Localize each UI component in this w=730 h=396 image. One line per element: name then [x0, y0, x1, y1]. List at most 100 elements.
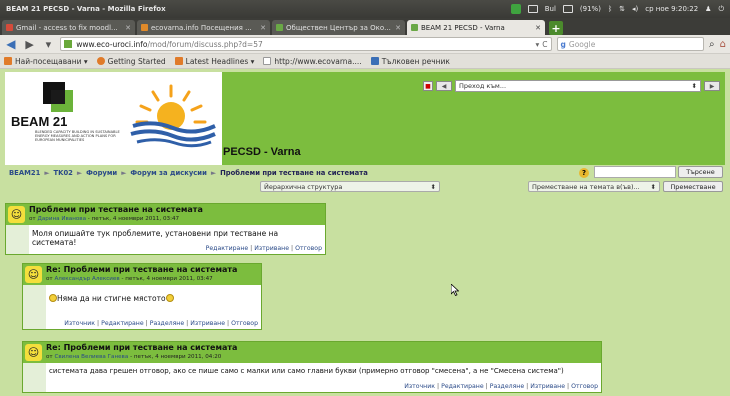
jump-to-select[interactable]: Преход към... ⬍	[455, 80, 701, 92]
post-sidebar	[23, 285, 46, 329]
bookmarks-toolbar: Най-посещавани ▾ Getting Started Latest …	[0, 54, 730, 69]
search-placeholder: Google	[568, 39, 596, 49]
home-icon[interactable]: ⌂	[720, 39, 726, 50]
breadcrumb: BEAM21 ► TK02 ► Форуми ► Форум за дискус…	[5, 165, 725, 181]
move-discussion-select[interactable]: Преместване на темата в(ъв)... ⬍	[528, 181, 660, 192]
post-author[interactable]: Александър Алексиев	[54, 276, 119, 282]
gmail-favicon-icon	[6, 24, 13, 31]
site-logo[interactable]: BEAM 21 BLENDED CAPACITY BUILDING IN SUS…	[5, 72, 222, 165]
close-tab-icon[interactable]: ✕	[125, 24, 131, 32]
reply-link[interactable]: Отговор	[231, 320, 258, 327]
reload-icon[interactable]: C	[542, 40, 547, 49]
stop-editing-icon[interactable]: ■	[423, 81, 433, 91]
avatar[interactable]: ☺	[25, 344, 42, 361]
close-tab-icon[interactable]: ✕	[260, 24, 266, 32]
help-icon[interactable]: ?	[579, 168, 589, 178]
display-mode-select[interactable]: Йерархична структура ⬍	[260, 181, 440, 192]
bookmark-ecovarna[interactable]: http://www.ecovarna....	[263, 57, 362, 66]
reply-link[interactable]: Отговор	[295, 245, 322, 252]
tab-label: Обществен Център за Око...	[286, 23, 391, 32]
site-identity-icon[interactable]	[64, 40, 73, 48]
post-title: Проблеми при тестване на системата	[29, 205, 203, 214]
edit-link[interactable]: Редактиране	[101, 320, 144, 327]
update-icon[interactable]	[510, 4, 521, 14]
window-title: BEAM 21 PECSD - Varna - Mozilla Firefox	[6, 5, 166, 13]
close-tab-icon[interactable]: ✕	[535, 24, 541, 32]
select-arrow-icon: ⬍	[691, 82, 697, 90]
split-link[interactable]: Разделяне	[490, 383, 524, 390]
delete-link[interactable]: Изтриване	[254, 245, 289, 252]
close-tab-icon[interactable]: ✕	[395, 24, 401, 32]
post-meta: от Дарина Иванова - петък, 4 ноември 201…	[29, 216, 180, 222]
reply-link[interactable]: Отговор	[571, 383, 598, 390]
tab-label: BEAM 21 PECSD - Varna	[421, 23, 505, 32]
source-link[interactable]: Източник	[64, 320, 95, 327]
prev-activity-button[interactable]: ◀	[436, 81, 452, 91]
delete-link[interactable]: Изтриване	[190, 320, 225, 327]
edit-link[interactable]: Редактиране	[441, 383, 484, 390]
tab-gmail[interactable]: Gmail - access to fix moodl... ✕	[2, 20, 135, 35]
delete-link[interactable]: Изтриване	[530, 383, 565, 390]
breadcrumb-current: Проблеми при тестване на системата	[220, 169, 368, 177]
url-dropdown-icon[interactable]: ▾	[536, 40, 540, 49]
post-author[interactable]: Дарина Иванова	[37, 216, 86, 222]
bookmark-latest-headlines[interactable]: Latest Headlines ▾	[174, 57, 254, 66]
avatar[interactable]: ☺	[25, 266, 42, 283]
google-icon[interactable]: g	[561, 40, 566, 49]
move-button[interactable]: Преместване	[663, 181, 723, 192]
post-meta: от Александър Алексиев - петък, 4 ноемвр…	[46, 276, 213, 282]
new-tab-button[interactable]: +	[549, 21, 563, 35]
history-dropdown-icon[interactable]: ▾	[42, 37, 56, 51]
avatar[interactable]: ☺	[8, 206, 25, 223]
breadcrumb-separator: ►	[121, 169, 127, 177]
split-link[interactable]: Разделяне	[150, 320, 184, 327]
bookmark-dictionary[interactable]: Тълковен речник	[370, 57, 450, 66]
url-bar[interactable]: www.eco-uroci.info/mod/forum/discuss.php…	[60, 37, 552, 51]
power-icon[interactable]: ⏻	[718, 5, 724, 14]
user-icon[interactable]: ♟	[705, 5, 711, 13]
breadcrumb-discussion-forum[interactable]: Форум за дискусии	[130, 169, 206, 177]
tab-label: ecovarna.info Посещения ...	[151, 23, 252, 32]
bookmark-getting-started[interactable]: Getting Started	[96, 57, 166, 66]
site-header: BEAM 21 BLENDED CAPACITY BUILDING IN SUS…	[5, 72, 725, 165]
breadcrumb-forums[interactable]: Форуми	[86, 169, 117, 177]
source-link[interactable]: Източник	[404, 383, 435, 390]
search-icon[interactable]: ⌕	[709, 39, 715, 50]
tab-beam21[interactable]: BEAM 21 PECSD - Varna ✕	[407, 20, 545, 35]
post-date: петък, 4 ноември 2011, 03:47	[91, 216, 180, 222]
breadcrumb-beam21[interactable]: BEAM21	[9, 169, 40, 177]
breadcrumb-tk02[interactable]: TK02	[54, 169, 73, 177]
battery-status[interactable]: (91%)	[580, 5, 601, 13]
tab-ecovarna[interactable]: ecovarna.info Посещения ... ✕	[137, 20, 270, 35]
forum-search-input[interactable]	[594, 166, 676, 178]
next-activity-button[interactable]: ▶	[704, 81, 720, 91]
web-search-input[interactable]: g Google	[556, 37, 705, 51]
clock[interactable]: ср ное 9:20:22	[645, 5, 698, 13]
tab-public-center[interactable]: Обществен Център за Око... ✕	[272, 20, 405, 35]
ecovarna-favicon-icon	[141, 24, 148, 31]
page-content: BEAM 21 BLENDED CAPACITY BUILDING IN SUS…	[0, 69, 730, 396]
post-body: Няма да ни стигне мястото	[46, 285, 261, 307]
post-body: системата дава грешен отговор, ако се пи…	[49, 367, 564, 375]
breadcrumb-separator: ►	[76, 169, 83, 177]
mail-icon[interactable]	[562, 5, 573, 13]
logo-subtitle: BLENDED CAPACITY BUILDING IN SUSTAINABLE…	[35, 130, 120, 143]
sun-sea-logo-icon	[130, 84, 216, 148]
forward-arrow-icon[interactable]: ▶	[23, 37, 37, 51]
network-icon[interactable]: ⇅	[619, 5, 625, 13]
post-author[interactable]: Свилена Велиева Ганева	[54, 354, 128, 360]
forum-post: ☺ Проблеми при тестване на системата от …	[5, 203, 326, 255]
back-arrow-icon[interactable]: ◀	[4, 37, 18, 51]
volume-icon[interactable]: ◂)	[632, 5, 638, 13]
url-text[interactable]: www.eco-uroci.info/mod/forum/discuss.php…	[76, 40, 532, 49]
keyboard-layout[interactable]: Bul	[545, 5, 556, 13]
bluetooth-icon[interactable]: ᛒ	[608, 5, 612, 13]
forum-post: ☺ Re: Проблеми при тестване на системата…	[22, 341, 602, 393]
post-header: ☺ Проблеми при тестване на системата от …	[6, 204, 325, 225]
edit-link[interactable]: Редактиране	[206, 245, 249, 252]
post-date: петък, 4 ноември 2011, 04:20	[133, 354, 222, 360]
keyboard-icon[interactable]	[527, 5, 538, 13]
breadcrumb-separator: ►	[210, 169, 217, 177]
forum-search-button[interactable]: Търсене	[678, 166, 723, 178]
bookmark-most-visited[interactable]: Най-посещавани ▾	[4, 57, 88, 66]
